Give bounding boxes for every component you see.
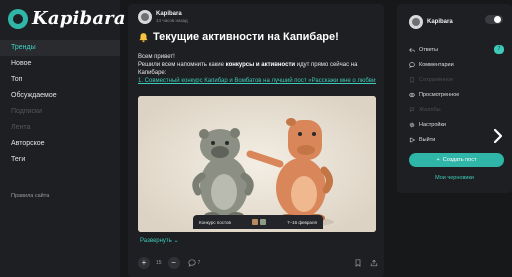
menu-item-label: Просмотренное (419, 91, 460, 98)
comment-icon (188, 259, 196, 267)
comment-icon (409, 61, 415, 68)
menu-item-logout[interactable]: Выйти (409, 132, 504, 147)
post-time: 14 часов назад (156, 18, 188, 23)
menu-item-comments[interactable]: Комментарии (409, 57, 504, 72)
nav-item-tags[interactable]: Теги (0, 152, 120, 168)
contest-link[interactable]: 1. Совместный конкурс Капибар и Вомбатов… (138, 77, 376, 85)
user-avatar[interactable] (409, 15, 423, 29)
post-line-bold: конкурсы и активности (225, 62, 296, 68)
menu-item-label: Настройки (419, 121, 446, 128)
post-line-start: Решили всем напомнить какие (138, 62, 226, 68)
nav-item-authored[interactable]: Авторское (0, 136, 120, 152)
wombat-badge-icon (260, 219, 266, 225)
logo-text: Kapibara (32, 8, 126, 29)
expand-label: Развернуть (140, 238, 172, 244)
nav-item-new[interactable]: Новое (0, 56, 120, 72)
post-card: Kapibara 14 часов назад Текущие активнос… (128, 4, 384, 277)
contest-label: Конкурс постов (199, 219, 231, 225)
capybara-badge-icon (252, 219, 258, 225)
menu-item-viewed[interactable]: Просмотренное (409, 87, 504, 102)
user-profile[interactable]: Kapibara (409, 15, 453, 29)
user-name[interactable]: Kapibara (427, 19, 453, 25)
replies-count-badge: 7 (494, 45, 504, 54)
post-line: Решили всем напомнить какие конкурсы и а… (138, 61, 378, 69)
rating-value: 15 (156, 260, 162, 266)
wombat-capybara-illustration (138, 96, 376, 232)
chevron-right-icon[interactable] (492, 128, 504, 144)
post-actions: + 15 − 7 (138, 255, 378, 271)
rules-link[interactable]: Правила сайта (11, 193, 49, 199)
plus-icon: + (436, 157, 440, 163)
post-line-3: Капибаре: (138, 70, 167, 76)
drafts-link[interactable]: Мои черновики (397, 175, 512, 181)
menu-item-label: Жалобы (419, 106, 441, 113)
theme-toggle[interactable] (485, 15, 503, 24)
reply-icon (409, 47, 415, 52)
upvote-button[interactable]: + (138, 257, 150, 269)
menu-item-replies[interactable]: Ответы 7 (409, 42, 504, 57)
post-title: Текущие активности на Капибаре! (153, 31, 339, 43)
logo-icon (8, 8, 28, 29)
contest-banner[interactable]: Конкурс постов 7–16 февраля (193, 215, 323, 229)
menu-item-label: Ответы (419, 46, 439, 53)
logout-icon (409, 137, 415, 142)
share-icon[interactable] (370, 259, 378, 267)
nav-item-top[interactable]: Топ (0, 72, 120, 88)
expand-link[interactable]: Развернуть ⌄ (140, 237, 179, 244)
menu-item-label: Сохранённое (419, 76, 454, 83)
bookmark-icon[interactable] (354, 259, 362, 267)
contest-icons (252, 219, 266, 225)
post-line-end: идут прямо сейчас на (295, 62, 358, 68)
menu-item-saved[interactable]: Сохранённое (409, 72, 504, 87)
right-sidebar: Kapibara Ответы 7 Комментарии Сохранённо… (397, 4, 512, 193)
comments-button[interactable]: 7 (188, 259, 201, 267)
post-title-row[interactable]: Текущие активности на Капибаре! (138, 31, 339, 43)
create-post-label: Создать пост (442, 157, 477, 163)
downvote-button[interactable]: − (167, 257, 180, 269)
nav-item-trends[interactable]: Тренды (0, 40, 120, 56)
bell-icon (139, 32, 148, 42)
menu-item-label: Комментарии (419, 61, 454, 68)
bookmark-icon (410, 76, 414, 83)
post-text: Всем привет! Решили всем напомнить какие… (138, 53, 378, 85)
menu-item-label: Выйти (419, 136, 436, 143)
nav-item-subscriptions[interactable]: Подписки (0, 104, 120, 120)
post-greeting: Всем привет! (138, 54, 175, 60)
eye-icon (409, 92, 415, 97)
chevron-down-icon: ⌄ (173, 238, 179, 244)
contest-dates: 7–16 февраля (287, 219, 317, 225)
flag-icon (409, 107, 415, 112)
post-image[interactable]: Конкурс постов 7–16 февраля (138, 96, 376, 232)
nav-item-discussed[interactable]: Обсуждаемое (0, 88, 120, 104)
user-menu: Ответы 7 Комментарии Сохранённое Просмот… (409, 42, 504, 147)
nav-item-feed[interactable]: Лента (0, 120, 120, 136)
left-sidebar: Kapibara Тренды Новое Топ Обсуждаемое По… (0, 0, 126, 277)
author-name[interactable]: Kapibara (156, 11, 188, 17)
logo[interactable]: Kapibara (8, 8, 126, 29)
main-nav: Тренды Новое Топ Обсуждаемое Подписки Ле… (0, 40, 120, 168)
author-avatar[interactable] (138, 10, 152, 24)
menu-item-settings[interactable]: Настройки (409, 117, 504, 132)
comments-count: 7 (197, 260, 201, 266)
create-post-button[interactable]: + Создать пост (409, 153, 504, 167)
menu-item-reports[interactable]: Жалобы (409, 102, 504, 117)
gear-icon (409, 122, 415, 127)
post-author[interactable]: Kapibara 14 часов назад (138, 10, 188, 24)
